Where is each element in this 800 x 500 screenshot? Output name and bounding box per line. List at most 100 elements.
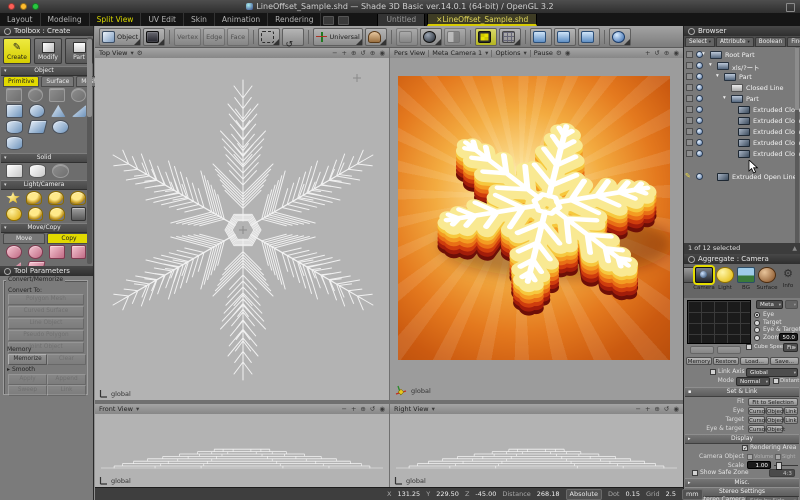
zoom-out-icon[interactable]: − — [332, 48, 337, 58]
workspace-tab-modeling[interactable]: Modeling — [41, 13, 90, 26]
view-menu-icon[interactable]: ▾ — [432, 404, 435, 414]
render-toggle-icon[interactable] — [696, 62, 703, 69]
volume-checkbox[interactable] — [747, 454, 753, 460]
browser-tab-attribute[interactable]: Attribute ▾ — [716, 37, 754, 47]
aggregate-tab-info[interactable]: Info — [778, 264, 798, 298]
zoom-out-icon[interactable]: − — [636, 404, 641, 414]
front-view-canvas[interactable] — [95, 414, 389, 487]
sweep-button[interactable]: Sweep — [8, 385, 47, 396]
render-toggle-icon[interactable] — [696, 139, 703, 146]
aggregate-tab-camera[interactable]: Camera — [694, 264, 714, 298]
toolbox-header[interactable]: Toolbox : Create — [0, 26, 93, 36]
rotate-select-button[interactable] — [282, 28, 304, 46]
active-item-marker-icon[interactable] — [685, 172, 691, 180]
tab-surface[interactable]: Surface — [41, 76, 74, 87]
camera-select-button[interactable] — [143, 28, 165, 46]
top-view-label[interactable]: Top View — [99, 49, 127, 57]
coordinate-mode-dropdown[interactable]: Absolute ▾ — [566, 489, 602, 500]
universal-manipulator-button[interactable]: Universal — [313, 28, 362, 46]
sweep-curve-icon[interactable] — [52, 164, 69, 178]
workspace-tab-uv-edit[interactable]: UV Edit — [141, 13, 184, 26]
convert-polygon-mesh-button[interactable]: Polygon Mesh — [8, 294, 84, 305]
magnify-icon[interactable]: ⊕ — [370, 48, 375, 58]
fit-to-selection-button[interactable]: Fit to Selection — [748, 398, 798, 406]
open-box-icon[interactable] — [6, 164, 23, 178]
cube-speed-checkbox[interactable] — [746, 344, 752, 350]
object-mode-button[interactable]: Object — [99, 28, 141, 46]
visibility-toggle-icon[interactable] — [686, 150, 693, 157]
section-solid[interactable]: ▾Solid — [1, 153, 87, 163]
zoom-out-icon[interactable]: − — [342, 404, 347, 414]
pers-viewport[interactable]: Pers View Meta Camera 1 ▾ Options ▾ Paus… — [390, 48, 683, 400]
scale-slider[interactable] — [774, 461, 798, 469]
area-light-icon[interactable] — [70, 191, 86, 205]
panel-collapse-icon[interactable] — [4, 268, 11, 275]
eye-target-radio[interactable] — [754, 327, 760, 333]
workspace-menu-icon[interactable] — [338, 16, 349, 25]
visibility-toggle-icon[interactable] — [686, 62, 693, 69]
panel-collapse-icon[interactable] — [688, 28, 695, 35]
browser-tab-find[interactable]: Find — [787, 37, 800, 47]
tab-untitled[interactable]: Untitled — [377, 14, 425, 26]
zoom-in-icon[interactable]: + — [351, 404, 356, 414]
right-view-canvas[interactable] — [390, 414, 683, 487]
mirror-tool-button[interactable] — [444, 28, 466, 46]
camera-preview[interactable] — [687, 300, 751, 344]
mode-dropdown[interactable]: Normal▾ — [736, 377, 770, 386]
point-light-icon[interactable] — [6, 192, 20, 204]
eye-target-object-button[interactable]: Object — [766, 425, 783, 433]
view-options-icon[interactable]: ◉ — [379, 404, 385, 414]
browser-tab-boolean[interactable]: Boolean — [755, 37, 786, 47]
rendering-area-checkbox[interactable]: ✓ — [742, 445, 748, 451]
view-options-icon[interactable]: ◉ — [673, 48, 679, 58]
measure-tool-button[interactable] — [396, 28, 418, 46]
toolbox-scrollbar[interactable] — [87, 37, 92, 264]
tree-row-extruded-closed[interactable]: Extruded Closed — [684, 115, 796, 126]
render-toggle-icon[interactable] — [696, 128, 703, 135]
tree-row-xls-[interactable]: ▾xls/?ート — [684, 60, 796, 71]
distant-checkbox[interactable] — [773, 378, 779, 384]
create-mode-button[interactable]: Create — [3, 38, 31, 64]
restore-button[interactable]: Restore — [713, 357, 739, 365]
set-link-section[interactable]: ▪Set & Link — [685, 387, 799, 397]
workspace-add-icon[interactable] — [323, 16, 334, 25]
fullscreen-icon[interactable] — [786, 3, 795, 12]
expander-icon[interactable]: ▾ — [702, 51, 705, 57]
ring-tool-icon[interactable] — [71, 88, 87, 102]
zoom-in-icon[interactable]: + — [645, 404, 650, 414]
layout-four-button[interactable] — [578, 28, 600, 46]
duplicate-copy-icon[interactable] — [71, 245, 87, 259]
visibility-toggle-icon[interactable] — [686, 84, 693, 91]
pose-tool-button[interactable] — [365, 28, 387, 46]
marquee-select-button[interactable] — [258, 28, 280, 46]
pers-settings-icon[interactable]: ⚙ — [556, 48, 562, 58]
tool-parameters-header[interactable]: Tool Parameters — [0, 266, 93, 276]
preview-prev-button[interactable] — [690, 346, 714, 354]
front-view-label[interactable]: Front View — [99, 405, 133, 413]
rotate-view-icon[interactable]: ↺ — [370, 404, 375, 414]
browser-tab-select[interactable]: Select ▾ — [685, 37, 715, 47]
sight-checkbox[interactable] — [775, 454, 781, 460]
show-safe-zone-checkbox[interactable] — [692, 470, 698, 476]
tab-primitive[interactable]: Primitive — [3, 76, 39, 87]
browser-scroll-thumb[interactable] — [795, 48, 799, 110]
render-toggle-icon[interactable] — [696, 95, 703, 102]
link-button[interactable]: Link — [47, 385, 86, 396]
stereo-mode-dropdown[interactable]: Side by Side▾ — [746, 496, 798, 500]
expander-icon[interactable]: ▾ — [723, 95, 726, 101]
eye-cursor-button[interactable]: Cursor — [748, 407, 765, 415]
zoom-radio[interactable] — [754, 335, 760, 341]
visibility-toggle-icon[interactable] — [686, 51, 693, 58]
memory-button[interactable]: Memory — [686, 357, 712, 365]
front-viewport[interactable]: Front View ▾ − + ⊕ ↺ ◉ global — [95, 404, 389, 487]
spot-light-icon[interactable] — [26, 191, 42, 205]
zoom-tool-icon[interactable]: ⊕ — [351, 48, 356, 58]
ambient-light-icon[interactable] — [6, 207, 22, 221]
disc-primitive-icon[interactable] — [52, 120, 69, 134]
face-mode-button[interactable]: Face — [227, 28, 249, 46]
polyline-tool-icon[interactable] — [6, 88, 22, 102]
target-radio[interactable] — [754, 320, 760, 326]
view-options-icon[interactable]: ◉ — [673, 404, 679, 414]
visibility-toggle-icon[interactable] — [686, 106, 693, 113]
convert-curved-surface-button[interactable]: Curved Surface — [8, 306, 84, 317]
